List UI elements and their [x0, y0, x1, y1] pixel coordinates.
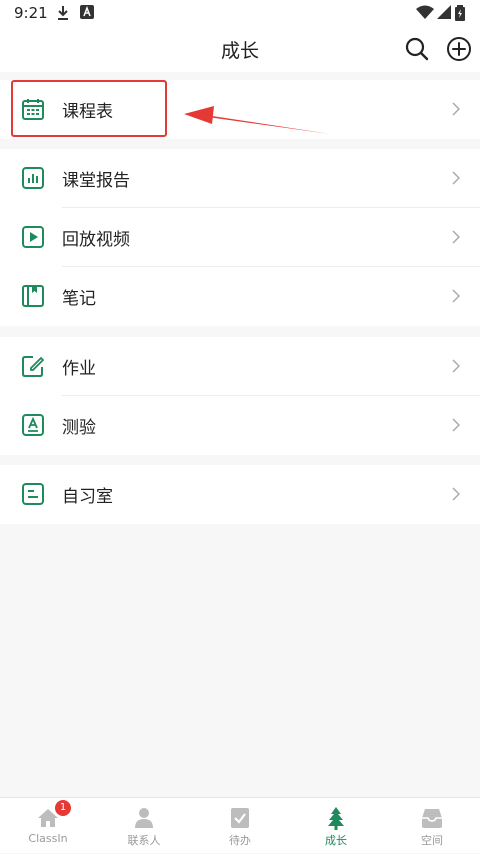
- tab-label: ClassIn: [28, 832, 68, 845]
- chevron-right-icon: [452, 359, 460, 373]
- report-chart-icon: [22, 167, 44, 189]
- edit-homework-icon: [22, 356, 44, 377]
- section-study: 自习室: [0, 465, 480, 524]
- chevron-right-icon: [452, 418, 460, 432]
- tab-space[interactable]: 空间: [384, 798, 480, 854]
- menu-item-quiz[interactable]: 测验: [0, 396, 480, 455]
- tab-label: 成长: [325, 834, 347, 847]
- menu-item-label: 回放视频: [62, 230, 130, 250]
- menu-item-homework[interactable]: 作业: [0, 337, 480, 396]
- section-homework: 作业 测验: [0, 337, 480, 455]
- tab-label: 联系人: [127, 834, 161, 847]
- notification-badge: 1: [55, 800, 71, 816]
- tree-icon: [328, 807, 344, 830]
- menu-item-label: 测验: [62, 418, 96, 438]
- tab-label: 待办: [229, 834, 251, 847]
- menu-item-label: 笔记: [62, 289, 96, 309]
- menu-item-label: 作业: [62, 359, 96, 379]
- play-video-icon: [22, 226, 44, 248]
- menu-item-notes[interactable]: 笔记: [0, 267, 480, 326]
- tab-contacts[interactable]: 联系人: [96, 798, 192, 854]
- menu-item-study-room[interactable]: 自习室: [0, 465, 480, 524]
- chevron-right-icon: [452, 171, 460, 185]
- quiz-icon: [22, 414, 44, 436]
- menu-item-playback[interactable]: 回放视频: [0, 208, 480, 267]
- chevron-right-icon: [452, 289, 460, 303]
- tab-classin[interactable]: 1 ClassIn: [0, 798, 96, 854]
- bottom-tab-bar: 1 ClassIn 联系人 待办 成长 空间: [0, 797, 480, 853]
- notebook-icon: [22, 285, 44, 307]
- inbox-icon: [422, 809, 442, 828]
- chevron-right-icon: [452, 487, 460, 501]
- study-room-icon: [22, 483, 44, 505]
- annotation-arrow: [184, 106, 330, 134]
- tab-todo[interactable]: 待办: [192, 798, 288, 854]
- section-class: 课堂报告 回放视频 笔记: [0, 149, 480, 326]
- menu-item-label: 课堂报告: [62, 171, 130, 191]
- menu-item-label: 自习室: [62, 487, 113, 507]
- chevron-right-icon: [452, 230, 460, 244]
- todo-icon: [231, 808, 249, 828]
- tab-growth[interactable]: 成长: [288, 798, 384, 854]
- contacts-icon: [135, 808, 153, 828]
- tab-label: 空间: [421, 834, 443, 847]
